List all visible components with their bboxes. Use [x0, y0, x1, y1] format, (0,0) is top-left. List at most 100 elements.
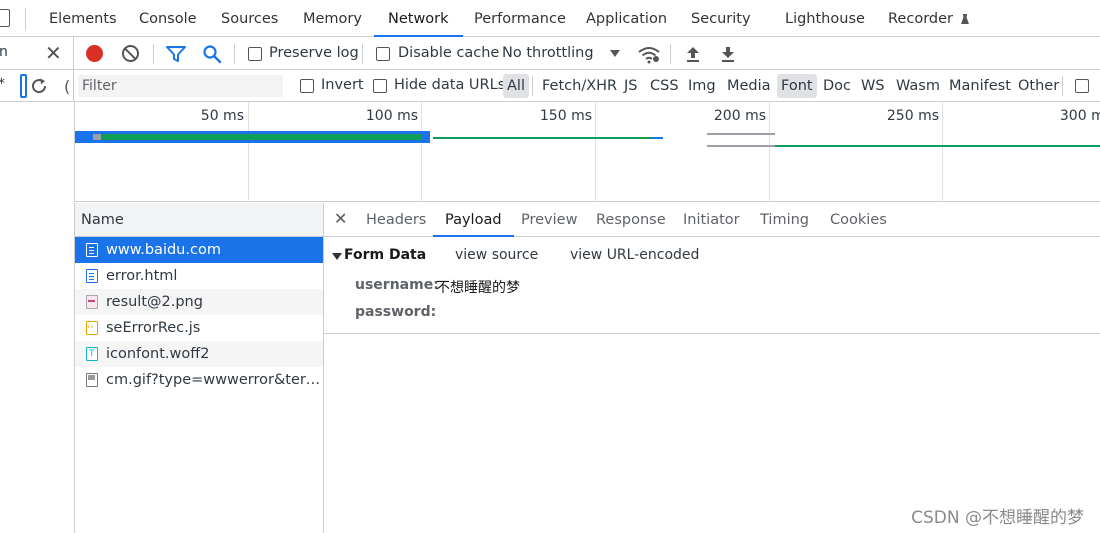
chevron-down-icon[interactable] [610, 50, 620, 57]
filter-separator [1062, 76, 1063, 96]
request-row[interactable]: error.html [75, 263, 323, 289]
waterfall-bar-request [775, 145, 1100, 147]
view-url-encoded-link[interactable]: view URL-encoded [570, 247, 699, 263]
filter-type-fetch-xhr[interactable]: Fetch/XHR [538, 74, 621, 98]
tab-memory[interactable]: Memory [303, 0, 362, 37]
preserve-log-checkbox[interactable] [248, 47, 262, 61]
timeline-tick-label: 100 ms [365, 108, 418, 124]
tab-timing[interactable]: Timing [760, 203, 809, 237]
request-row[interactable]: result@2.png [75, 289, 323, 315]
tab-console[interactable]: Console [139, 0, 197, 37]
tab-headers[interactable]: Headers [366, 203, 426, 237]
left-panel-toolbar-2: * ( [0, 70, 74, 102]
name-column-header[interactable]: Name [75, 203, 323, 237]
filter-bar: * ( Invert Hide data URLs All Fetch/XHR … [0, 70, 1100, 102]
blocked-requests-checkbox[interactable] [1075, 79, 1089, 93]
expand-triangle-icon[interactable] [332, 253, 342, 260]
tab-payload[interactable]: Payload [433, 203, 514, 237]
waterfall-bar-request [707, 145, 775, 147]
watermark: CSDN @不想睡醒的梦 [911, 508, 1084, 528]
invert-label: Invert [321, 77, 364, 93]
script-icon [86, 315, 98, 340]
request-detail-pane: ✕ Headers Payload Preview Response Initi… [324, 203, 1100, 533]
request-row[interactable]: seErrorRec.js [75, 315, 323, 341]
filter-type-manifest[interactable]: Manifest [945, 74, 1015, 98]
gif-icon [86, 373, 98, 387]
filter-type-css[interactable]: CSS [646, 74, 683, 98]
import-har-icon[interactable] [685, 45, 701, 63]
timeline-tick-label: 200 ms [713, 108, 766, 124]
tab-cookies[interactable]: Cookies [830, 203, 887, 237]
request-row[interactable]: cm.gif?type=wwwerror&terminal=www [75, 367, 323, 393]
tab-response[interactable]: Response [596, 203, 666, 237]
close-icon[interactable]: ✕ [334, 209, 347, 228]
image-icon [86, 295, 98, 309]
tab-recorder[interactable]: Recorder [888, 0, 969, 37]
filter-type-other[interactable]: Other [1014, 74, 1063, 98]
timeline-gridline [248, 102, 249, 202]
filter-type-doc[interactable]: Doc [819, 74, 855, 98]
request-row[interactable]: iconfont.woff2 [75, 341, 323, 367]
dock-side-icon[interactable] [0, 9, 10, 27]
timeline-gridline [595, 102, 596, 202]
form-key-password: password: [355, 304, 437, 320]
search-icon[interactable] [202, 44, 222, 64]
waterfall-bar-request [433, 137, 651, 139]
toolbar-separator [362, 44, 363, 64]
focused-input[interactable] [20, 74, 27, 98]
filter-type-font[interactable]: Font [777, 74, 817, 98]
tab-network[interactable]: Network [374, 0, 463, 37]
filter-type-ws[interactable]: WS [857, 74, 889, 98]
filter-separator [532, 76, 533, 96]
hide-data-urls-checkbox[interactable] [373, 79, 387, 93]
network-conditions-icon[interactable] [638, 46, 660, 64]
request-name: cm.gif?type=wwwerror&terminal=www [106, 372, 323, 388]
filter-funnel-icon[interactable] [166, 46, 186, 62]
filter-input[interactable] [78, 75, 283, 97]
form-key-username: username: [355, 277, 439, 293]
waterfall-bar-request [707, 133, 775, 135]
request-name: error.html [106, 268, 178, 284]
timeline-gridline [421, 102, 422, 202]
filter-type-media[interactable]: Media [723, 74, 775, 98]
tab-sources[interactable]: Sources [221, 0, 278, 37]
export-har-icon[interactable] [720, 45, 736, 63]
tab-elements[interactable]: Elements [49, 0, 117, 37]
document-icon [86, 243, 98, 257]
request-name: www.baidu.com [106, 242, 221, 258]
record-button[interactable] [86, 45, 103, 62]
request-row[interactable]: www.baidu.com [75, 237, 323, 263]
tab-recorder-label: Recorder [888, 11, 953, 27]
waterfall-bar-request [651, 137, 663, 139]
clear-button[interactable] [122, 45, 139, 62]
throttling-select[interactable]: No throttling [502, 45, 594, 61]
form-data-title[interactable]: Form Data [344, 247, 426, 263]
tab-performance[interactable]: Performance [474, 0, 566, 37]
detail-tab-bar: ✕ Headers Payload Preview Response Initi… [324, 203, 1100, 237]
left-panel-label: n [0, 44, 8, 60]
tab-lighthouse[interactable]: Lighthouse [785, 0, 865, 37]
timeline-tick-label: 250 ms [886, 108, 939, 124]
invert-checkbox[interactable] [300, 79, 314, 93]
timeline-gridline [942, 102, 943, 202]
network-overview[interactable]: 50 ms 100 ms 150 ms 200 ms 250 ms 300 ms [74, 102, 1100, 202]
experiment-icon [960, 14, 969, 24]
filter-type-wasm[interactable]: Wasm [892, 74, 944, 98]
waterfall-bar-queue [93, 134, 101, 140]
request-name: result@2.png [106, 294, 203, 310]
view-source-link[interactable]: view source [455, 247, 538, 263]
tab-initiator[interactable]: Initiator [683, 203, 740, 237]
timeline-gridline [769, 102, 770, 202]
tab-preview[interactable]: Preview [521, 203, 577, 237]
form-value-username: 不想睡醒的梦 [436, 280, 520, 296]
tab-application[interactable]: Application [586, 0, 667, 37]
tab-security[interactable]: Security [691, 0, 751, 37]
filter-type-all[interactable]: All [503, 74, 529, 98]
disable-cache-checkbox[interactable] [376, 47, 390, 61]
filter-type-img[interactable]: Img [684, 74, 720, 98]
preserve-log-label: Preserve log [269, 45, 359, 61]
filter-type-js[interactable]: JS [620, 74, 641, 98]
close-icon[interactable]: ✕ [45, 40, 62, 66]
left-panel-toolbar: n ✕ [0, 37, 74, 70]
reload-icon[interactable] [30, 77, 48, 95]
